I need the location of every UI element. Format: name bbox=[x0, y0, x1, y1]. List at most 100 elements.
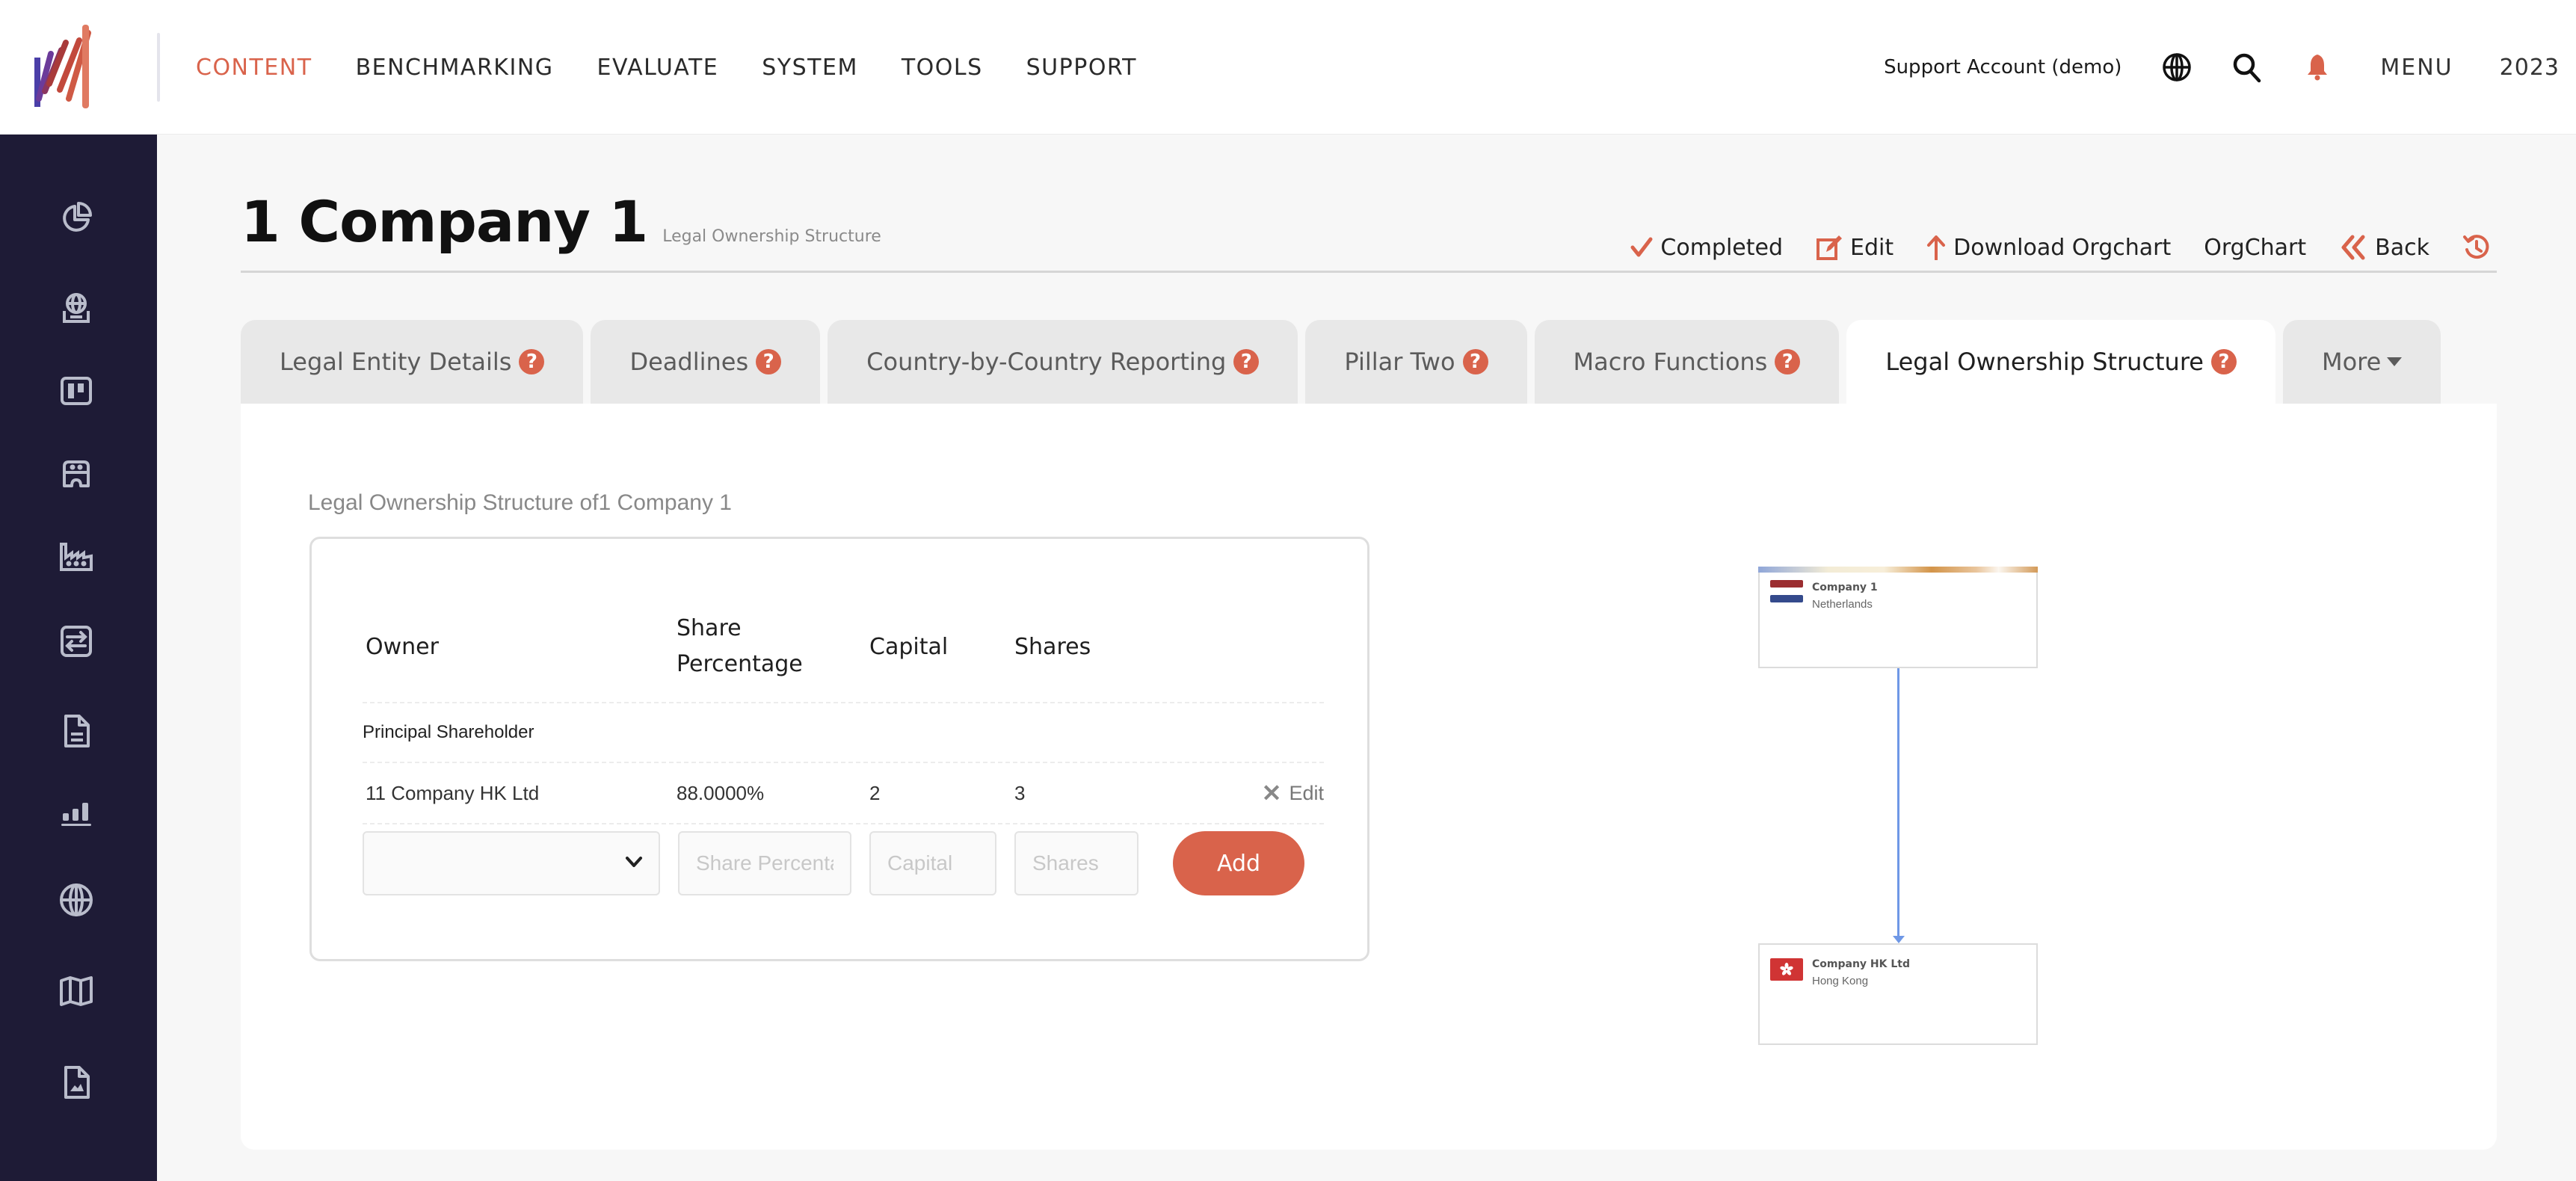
nav-support[interactable]: SUPPORT bbox=[1026, 55, 1137, 81]
col-owner-header: Owner bbox=[366, 633, 439, 660]
logo-divider bbox=[157, 33, 160, 102]
top-bar: CONTENT BENCHMARKING EVALUATE SYSTEM TOO… bbox=[0, 0, 2576, 135]
nav-content[interactable]: CONTENT bbox=[196, 55, 312, 81]
org-node-name: Company 1 bbox=[1812, 582, 1878, 593]
add-button[interactable]: Add bbox=[1173, 831, 1304, 895]
arrow-down-icon bbox=[1893, 936, 1905, 943]
capital-input[interactable] bbox=[869, 831, 996, 895]
help-icon[interactable]: ? bbox=[519, 349, 545, 374]
netherlands-flag-icon bbox=[1770, 580, 1803, 602]
account-name[interactable]: Support Account (demo) bbox=[1884, 56, 2121, 78]
completed-label: Completed bbox=[1660, 234, 1784, 261]
tab-deadlines[interactable]: Deadlines ? bbox=[591, 320, 821, 404]
robot-icon[interactable] bbox=[58, 456, 94, 492]
page-title-row: 1 Company 1 Legal Ownership Structure bbox=[241, 188, 881, 255]
row-edit-button[interactable]: ✕ Edit bbox=[1262, 779, 1324, 807]
main-nav: CONTENT BENCHMARKING EVALUATE SYSTEM TOO… bbox=[196, 0, 1137, 135]
transfer-icon[interactable] bbox=[58, 623, 94, 659]
help-icon[interactable]: ? bbox=[1233, 349, 1260, 374]
history-button[interactable] bbox=[2462, 233, 2498, 262]
completed-button[interactable]: Completed bbox=[1630, 235, 1783, 261]
header-line: Share bbox=[677, 615, 742, 641]
caret-down-icon bbox=[2387, 357, 2403, 366]
tab-more[interactable]: More bbox=[2282, 320, 2441, 404]
help-icon[interactable]: ? bbox=[2210, 349, 2237, 374]
org-node-country: Hong Kong bbox=[1812, 975, 1869, 987]
edit-button[interactable]: Edit bbox=[1816, 234, 1894, 261]
board-icon[interactable] bbox=[58, 373, 94, 409]
actions-cell: ✕ Edit bbox=[1179, 779, 1324, 807]
owner-select[interactable] bbox=[363, 831, 660, 895]
world-icon[interactable] bbox=[58, 882, 94, 918]
nav-benchmarking[interactable]: BENCHMARKING bbox=[356, 55, 554, 81]
image-file-icon[interactable] bbox=[58, 1064, 94, 1100]
tab-label: Legal Ownership Structure bbox=[1885, 348, 2204, 376]
org-node-name: Company HK Ltd bbox=[1812, 958, 1910, 970]
document-icon[interactable] bbox=[58, 713, 94, 749]
tab-macro-functions[interactable]: Macro Functions ? bbox=[1534, 320, 1840, 404]
nav-system[interactable]: SYSTEM bbox=[762, 55, 858, 81]
tab-label: Legal Entity Details bbox=[280, 348, 512, 376]
bar-chart-icon[interactable] bbox=[58, 792, 94, 828]
tab-label: Macro Functions bbox=[1573, 348, 1768, 376]
orgchart: Company 1 Netherlands Company HK Ltd Hon… bbox=[1758, 567, 2042, 1049]
menu-button[interactable]: MENU bbox=[2380, 55, 2453, 81]
row-edit-label: Edit bbox=[1289, 781, 1324, 804]
tab-legal-ownership-structure[interactable]: Legal Ownership Structure ? bbox=[1846, 320, 2275, 404]
map-icon[interactable] bbox=[58, 973, 94, 1009]
col-shares-header: Shares bbox=[1014, 633, 1091, 660]
title-divider bbox=[241, 271, 2497, 273]
help-icon[interactable]: ? bbox=[1775, 349, 1801, 374]
tab-label: Country-by-Country Reporting bbox=[866, 348, 1227, 376]
tab-pillar-two[interactable]: Pillar Two ? bbox=[1305, 320, 1527, 404]
page-subtitle: Legal Ownership Structure bbox=[662, 227, 881, 246]
table-row: 11 Company HK Ltd 88.0000% 2 3 ✕ Edit bbox=[363, 763, 1324, 824]
download-orgchart-button[interactable]: Download Orgchart bbox=[1926, 235, 2171, 261]
close-icon[interactable]: ✕ bbox=[1262, 779, 1282, 807]
check-icon bbox=[1630, 237, 1653, 257]
history-icon bbox=[2463, 235, 2489, 259]
orgchart-button[interactable]: OrgChart bbox=[2204, 235, 2306, 261]
edit-icon bbox=[1817, 235, 1843, 260]
tab-legal-entity-details[interactable]: Legal Entity Details ? bbox=[241, 320, 584, 404]
search-icon[interactable] bbox=[2231, 51, 2264, 84]
tab-label: Deadlines bbox=[629, 348, 749, 376]
pie-chart-icon[interactable] bbox=[58, 199, 94, 235]
page-title: 1 Company 1 bbox=[241, 188, 648, 255]
header-line: Percentage bbox=[677, 651, 803, 677]
download-orgchart-label: Download Orgchart bbox=[1953, 234, 2172, 261]
ownership-table: Owner Share Percentage Capital Shares Pr… bbox=[363, 591, 1324, 824]
org-node-company-1[interactable]: Company 1 Netherlands bbox=[1758, 567, 2038, 668]
share-percentage-cell: 88.0000% bbox=[677, 782, 765, 804]
tab-bar: Legal Entity Details ? Deadlines ? Count… bbox=[241, 320, 2441, 404]
edit-label: Edit bbox=[1850, 234, 1894, 261]
orgchart-label: OrgChart bbox=[2204, 234, 2307, 261]
ownership-card: Owner Share Percentage Capital Shares Pr… bbox=[309, 537, 1369, 961]
nav-evaluate[interactable]: EVALUATE bbox=[597, 55, 719, 81]
share-percentage-input[interactable] bbox=[678, 831, 851, 895]
bell-icon[interactable] bbox=[2301, 51, 2334, 84]
globe-stand-icon[interactable] bbox=[58, 290, 94, 326]
shares-input[interactable] bbox=[1014, 831, 1138, 895]
back-label: Back bbox=[2375, 234, 2429, 261]
globe-icon[interactable] bbox=[2160, 51, 2193, 84]
capital-cell: 2 bbox=[869, 781, 881, 804]
group-row-principal-shareholder: Principal Shareholder bbox=[363, 703, 1324, 763]
help-icon[interactable]: ? bbox=[1462, 349, 1488, 374]
help-icon[interactable]: ? bbox=[756, 349, 782, 374]
page-actions: Completed Edit Download Orgchart OrgChar… bbox=[1597, 229, 2498, 266]
node-accent-bar bbox=[1758, 567, 2038, 573]
nav-tools[interactable]: TOOLS bbox=[902, 55, 983, 81]
table-header: Owner Share Percentage Capital Shares bbox=[363, 591, 1324, 703]
back-button[interactable]: Back bbox=[2339, 235, 2429, 261]
tab-country-by-country-reporting[interactable]: Country-by-Country Reporting ? bbox=[828, 320, 1298, 404]
factory-icon[interactable] bbox=[58, 538, 94, 574]
hong-kong-flag-icon bbox=[1770, 958, 1803, 981]
app-logo[interactable] bbox=[33, 24, 120, 109]
col-capital-header: Capital bbox=[869, 633, 949, 660]
org-connector bbox=[1897, 668, 1899, 940]
double-chevron-left-icon bbox=[2341, 235, 2365, 260]
year-selector[interactable]: 2023 bbox=[2500, 55, 2560, 81]
sidebar bbox=[0, 135, 157, 1181]
org-node-company-hk-ltd[interactable]: Company HK Ltd Hong Kong bbox=[1758, 943, 2038, 1045]
